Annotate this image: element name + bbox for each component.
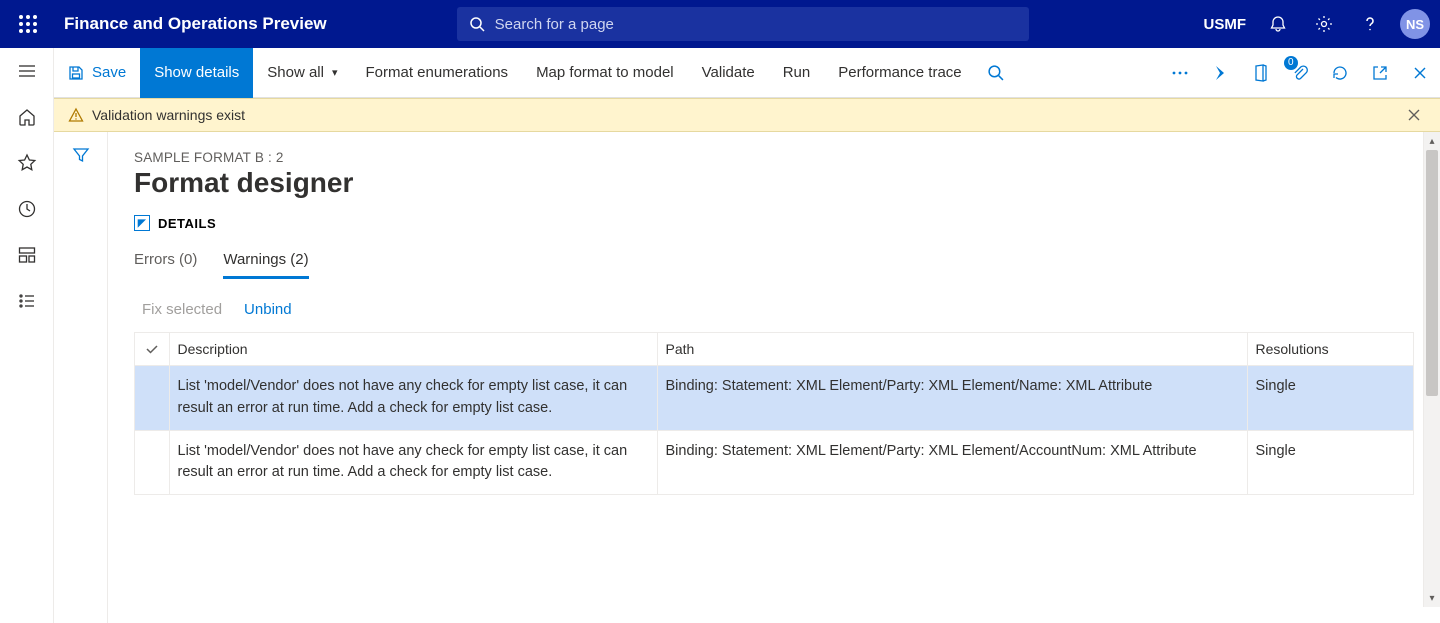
table-row[interactable]: List 'model/Vendor' does not have any ch… — [135, 366, 1413, 431]
app-title: Finance and Operations Preview — [64, 14, 327, 34]
nav-workspaces-button[interactable] — [0, 232, 54, 278]
search-icon — [469, 16, 485, 32]
help-button[interactable] — [1350, 4, 1390, 44]
validate-button[interactable]: Validate — [688, 48, 769, 98]
power-apps-button[interactable] — [1200, 48, 1240, 98]
global-search[interactable] — [457, 7, 1029, 41]
page-body: SAMPLE FORMAT B : 2 Format designer ◤ DE… — [108, 132, 1440, 623]
details-tabs: Errors (0) Warnings (2) — [134, 251, 1414, 279]
chevron-down-icon: ▾ — [332, 66, 338, 79]
nav-home-button[interactable] — [0, 94, 54, 140]
details-label: DETAILS — [158, 216, 216, 231]
warnings-table: Description Path Resolutions List 'model… — [134, 332, 1414, 495]
nav-hamburger-button[interactable] — [0, 48, 54, 94]
find-button[interactable] — [976, 48, 1016, 98]
select-all-header[interactable] — [135, 333, 169, 366]
tab-errors[interactable]: Errors (0) — [134, 251, 197, 279]
show-all-label: Show all — [267, 64, 324, 81]
company-selector[interactable]: USMF — [1204, 16, 1247, 33]
col-description[interactable]: Description — [169, 333, 657, 366]
warning-close-button[interactable] — [1402, 103, 1426, 127]
validation-warning-bar: Validation warnings exist — [54, 98, 1440, 132]
close-page-button[interactable] — [1400, 48, 1440, 98]
run-button[interactable]: Run — [769, 48, 825, 98]
settings-button[interactable] — [1304, 4, 1344, 44]
scroll-track[interactable] — [1424, 150, 1440, 589]
cell-resolutions: Single — [1247, 366, 1413, 431]
row-select[interactable] — [135, 366, 169, 431]
nav-favorites-button[interactable] — [0, 140, 54, 186]
validate-label: Validate — [702, 64, 755, 81]
filter-button[interactable] — [66, 140, 96, 170]
details-section-header[interactable]: ◤ DETAILS — [134, 215, 1414, 231]
format-enumerations-button[interactable]: Format enumerations — [352, 48, 523, 98]
cell-description: List 'model/Vendor' does not have any ch… — [169, 366, 657, 431]
run-label: Run — [783, 64, 811, 81]
scroll-down-button[interactable]: ▾ — [1424, 589, 1440, 607]
popout-button[interactable] — [1360, 48, 1400, 98]
show-all-button[interactable]: Show all ▾ — [253, 48, 351, 98]
cell-path: Binding: Statement: XML Element/Party: X… — [657, 430, 1247, 495]
performance-trace-button[interactable]: Performance trace — [824, 48, 975, 98]
global-search-input[interactable] — [495, 16, 1017, 33]
warnings-commands: Fix selected Unbind — [134, 301, 1414, 318]
refresh-button[interactable] — [1320, 48, 1360, 98]
cell-description: List 'model/Vendor' does not have any ch… — [169, 430, 657, 495]
save-button[interactable]: Save — [54, 48, 140, 98]
filter-column — [54, 132, 108, 623]
left-nav-rail — [0, 48, 54, 623]
notifications-button[interactable] — [1258, 4, 1298, 44]
attachments-button[interactable]: 0 — [1280, 48, 1320, 98]
col-path[interactable]: Path — [657, 333, 1247, 366]
app-launcher-button[interactable] — [10, 6, 46, 42]
show-details-button[interactable]: Show details — [140, 48, 253, 98]
perf-label: Performance trace — [838, 64, 961, 81]
nav-recent-button[interactable] — [0, 186, 54, 232]
warning-text: Validation warnings exist — [92, 107, 245, 123]
row-select[interactable] — [135, 430, 169, 495]
checkmark-icon — [143, 341, 161, 357]
breadcrumb: SAMPLE FORMAT B : 2 — [134, 150, 1414, 165]
cell-resolutions: Single — [1247, 430, 1413, 495]
top-navbar: Finance and Operations Preview USMF NS — [0, 0, 1440, 48]
unbind-button[interactable]: Unbind — [244, 301, 292, 318]
save-label: Save — [92, 64, 126, 81]
scroll-thumb[interactable] — [1426, 150, 1438, 396]
tab-warnings[interactable]: Warnings (2) — [223, 251, 308, 279]
format-enumerations-label: Format enumerations — [366, 64, 509, 81]
map-format-to-model-button[interactable]: Map format to model — [522, 48, 688, 98]
map-label: Map format to model — [536, 64, 674, 81]
collapse-icon: ◤ — [134, 215, 150, 231]
attachments-count-badge: 0 — [1284, 56, 1298, 70]
warning-icon — [68, 107, 84, 123]
scroll-up-button[interactable]: ▴ — [1424, 132, 1440, 150]
user-avatar[interactable]: NS — [1400, 9, 1430, 39]
table-row[interactable]: List 'model/Vendor' does not have any ch… — [135, 430, 1413, 495]
col-resolutions[interactable]: Resolutions — [1247, 333, 1413, 366]
nav-modules-button[interactable] — [0, 278, 54, 324]
fix-selected-button: Fix selected — [142, 301, 222, 318]
office-button[interactable] — [1240, 48, 1280, 98]
page-title: Format designer — [134, 167, 1414, 199]
cell-path: Binding: Statement: XML Element/Party: X… — [657, 366, 1247, 431]
show-details-label: Show details — [154, 64, 239, 81]
vertical-scrollbar[interactable]: ▴ ▾ — [1423, 132, 1440, 607]
more-button[interactable] — [1160, 48, 1200, 98]
command-bar: Save Show details Show all ▾ Format enum… — [54, 48, 1440, 98]
